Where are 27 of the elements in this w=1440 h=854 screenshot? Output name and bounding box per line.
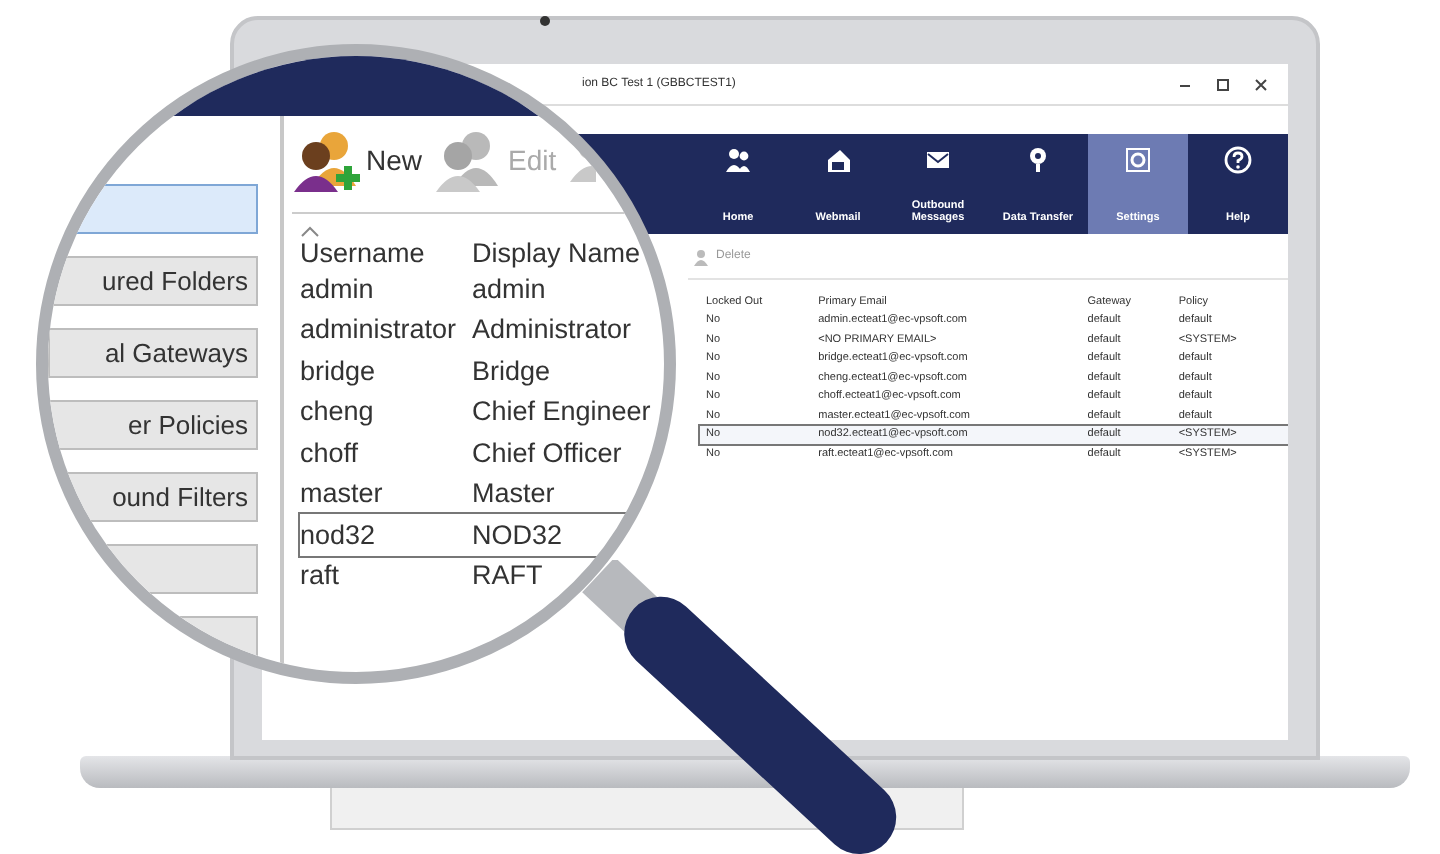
sort-caret-icon [300,226,320,238]
list-row[interactable]: raft RAFT [300,555,664,596]
list-row[interactable]: choff Chief Officer [300,432,664,473]
envelope-icon [924,146,952,174]
house-envelope-icon [824,146,852,174]
new-button[interactable]: New [292,126,423,194]
list-row[interactable]: administrator Administrator [300,309,664,350]
people-icon [692,247,710,265]
webcam [540,16,550,26]
list-row[interactable]: bridge Bridge [300,350,664,391]
list-row[interactable]: master Master [300,473,664,514]
list-row[interactable]: nod32 NOD32 [300,514,664,555]
gear-icon [1124,146,1152,174]
pin-icon [1024,146,1052,174]
sidebar-button[interactable]: al Gateways [48,328,258,378]
column-header[interactable]: Display Name [472,238,664,268]
close-button[interactable] [1254,77,1268,91]
column-header[interactable]: Username [300,238,425,268]
list-row[interactable]: admin admin [300,268,664,309]
help-icon [1224,146,1252,174]
sidebar-button[interactable]: er Policies [48,400,258,450]
people-icon [434,126,503,194]
people-icon [724,146,752,174]
people-add-icon [292,126,360,194]
list-row[interactable]: cheng Chief Engineer [300,391,664,432]
maximize-button[interactable] [1216,77,1230,91]
sidebar-button[interactable]: ured Folders [48,256,258,306]
